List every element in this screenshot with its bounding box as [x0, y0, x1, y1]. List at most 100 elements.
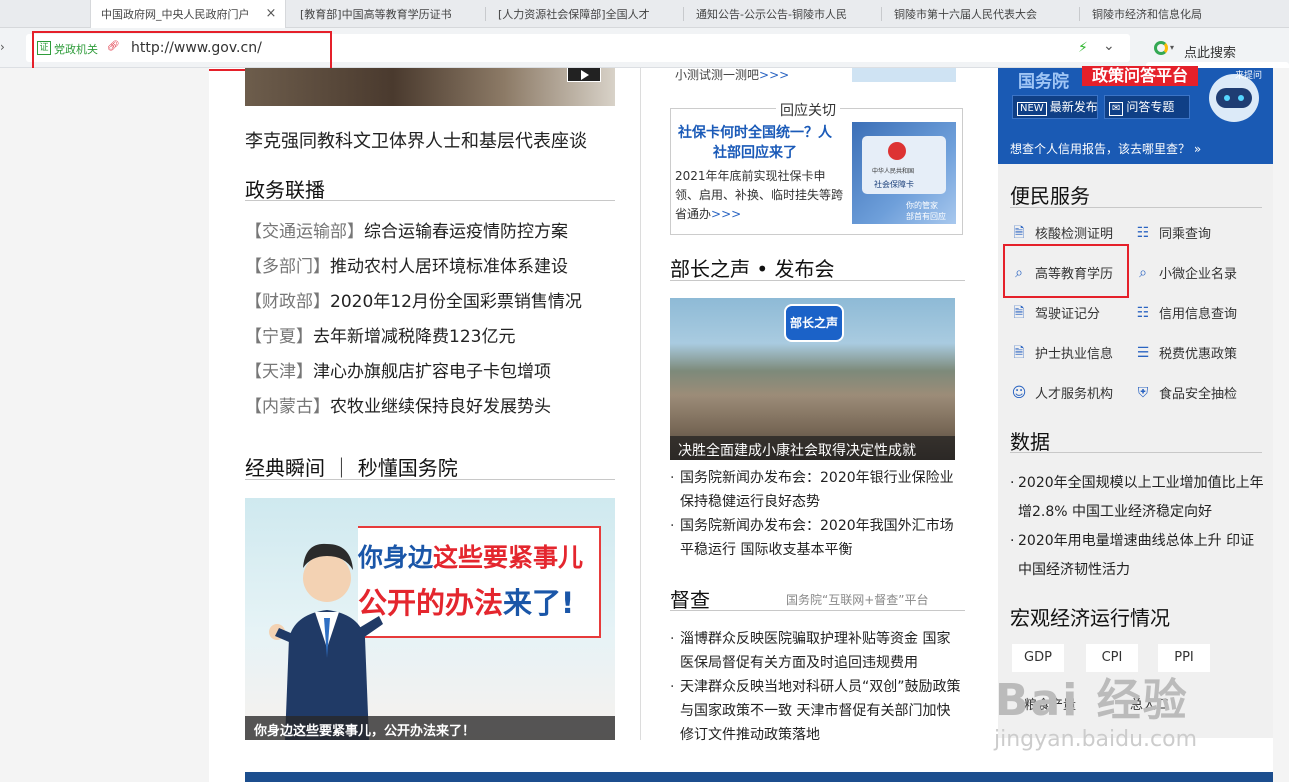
service-label: 同乘查询 [1159, 227, 1212, 242]
section-title-supervise[interactable]: 督查 [670, 584, 710, 613]
promo-caption[interactable]: 你身边这些要紧事儿，公开办法来了！ [254, 720, 475, 739]
card-text: 社会保障卡 [874, 180, 914, 189]
service-label: 核酸检测证明 [1035, 227, 1114, 242]
promo-title-line1: 你身边这些要紧事儿 [358, 538, 583, 574]
watermark-url: jingyan.baidu.com [994, 727, 1198, 752]
divider [1010, 452, 1262, 453]
section-title-data[interactable]: 数据 [1010, 426, 1050, 455]
search-engine-icon[interactable] [1154, 41, 1168, 55]
more-link[interactable]: >>> [759, 68, 789, 82]
column-divider [640, 68, 641, 740]
robot-tag: 来提问 [1235, 71, 1263, 81]
service-talent-agency[interactable]: ☺︎ 人才服务机构 [1010, 383, 1113, 403]
tab-mohrss[interactable]: [人力资源社会保障部]全国人才 [488, 0, 684, 28]
promo-text: 公开的办法 [358, 586, 504, 620]
promo-title-line2: 公开的办法来了! [358, 580, 574, 622]
qa-topic-button[interactable]: ✉︎ 问答专题 [1104, 95, 1190, 119]
tab-tongling-notice[interactable]: 通知公告-公示公告-铜陵市人民 [686, 0, 882, 28]
doc-icon: 🗎︎ [1013, 344, 1025, 361]
card-text: 部首有回应 [906, 212, 946, 221]
footer-bar [245, 772, 1273, 782]
section-title-macro[interactable]: 宏观经济运行情况 [1010, 602, 1170, 631]
quiz-link[interactable]: 小测试测一测吧>>> [675, 66, 789, 83]
supervise-platform-link[interactable]: 国务院“互联网+督查”平台 [786, 591, 929, 608]
service-label: 信用信息查询 [1159, 307, 1238, 322]
service-label: 食品安全抽检 [1159, 387, 1238, 402]
service-label: 税费优惠政策 [1159, 347, 1238, 362]
minister-badge: 部长之声 [784, 304, 844, 342]
divider [245, 200, 615, 201]
headline-image[interactable] [245, 68, 615, 106]
bolt-icon[interactable]: ⚡︎ [1078, 40, 1088, 56]
list-item[interactable]: 淄博群众反映医院骗取护理补贴等资金 国家医保局督促有关方面及时追回违规费用 [670, 627, 962, 675]
list-icon: ☷ [1136, 304, 1150, 321]
service-tax-policy[interactable]: ☰ 税费优惠政策 [1134, 343, 1238, 363]
news-item[interactable]: 【宁夏】去年新增减税降费123亿元 [245, 322, 515, 347]
service-credit-query[interactable]: ☷ 信用信息查询 [1134, 303, 1238, 323]
double-arrow-icon: » [1193, 142, 1202, 156]
chevron-down-icon[interactable]: ⌄ [1103, 38, 1115, 54]
tab-tongling-congress[interactable]: 铜陵市第十六届人民代表大会 [884, 0, 1080, 28]
news-text: 农牧业继续保持良好发展势头 [330, 397, 551, 417]
section-title-minister[interactable]: 部长之声 • 发布会 [670, 253, 835, 282]
service-small-business[interactable]: ⌕ 小微企业名录 [1134, 263, 1238, 283]
response-body[interactable]: 2021年年底前实现社保卡申领、启用、补换、临时挂失等跨省通办>>> [675, 167, 845, 224]
button-label: 最新发布 [1049, 100, 1098, 114]
tab-label: 中国政府网_中央人民政府门户 [101, 8, 250, 21]
list-item[interactable]: 天津群众反映当地对科研人员“双创”鼓励政策与国家政策不一致 天津市督促有关部门加… [670, 675, 962, 747]
play-icon[interactable] [567, 68, 601, 82]
news-item[interactable]: 【交通运输部】综合运输春运疫情防控方案 [245, 217, 568, 242]
promo-text: 这些要紧事儿 [433, 543, 584, 572]
divider [670, 280, 965, 281]
close-icon[interactable]: × [263, 6, 279, 22]
quiz-image[interactable] [852, 68, 956, 82]
chat-icon: ✉︎ [1109, 102, 1124, 116]
news-item[interactable]: 【内蒙古】农牧业继续保持良好发展势头 [245, 392, 551, 417]
news-text: 推动农村人居环境标准体系建设 [330, 257, 568, 277]
section-title-news[interactable]: 政务联播 [245, 174, 325, 203]
card-text: 你的管家 [906, 201, 938, 210]
service-ride-query[interactable]: ☷ 同乘查询 [1134, 223, 1212, 243]
credit-report-link[interactable]: 想查个人信用报告，该去哪里查？ » [1010, 140, 1201, 157]
service-food-safety[interactable]: ⛨︎ 食品安全抽检 [1134, 383, 1238, 403]
section-title-services[interactable]: 便民服务 [1010, 180, 1090, 209]
list-icon: ☷ [1136, 224, 1150, 241]
headline-link[interactable]: 李克强同教科文卫体界人士和基层代表座谈 [245, 127, 587, 153]
list-item[interactable]: 国务院新闻办发布会：2020年我国外汇市场平稳运行 国际收支基本平衡 [670, 514, 960, 562]
service-label: 小微企业名录 [1159, 267, 1238, 282]
tab-label: 通知公告-公示公告-铜陵市人民 [696, 8, 847, 21]
service-driving-points[interactable]: 🗎︎ 驾驶证记分 [1010, 303, 1101, 323]
shield-icon: ⛨︎ [1137, 384, 1149, 401]
response-headline[interactable]: 社保卡何时全国统一？人社部回应来了 [675, 123, 835, 163]
card-text: 中华人民共和国 [872, 168, 915, 175]
back-arrow-icon[interactable]: › [0, 40, 5, 54]
news-item[interactable]: 【多部门】推动农村人居环境标准体系建设 [245, 252, 568, 277]
tab-tongling-economy[interactable]: 铜陵市经济和信息化局 [1082, 0, 1278, 28]
minister-caption[interactable]: 决胜全面建成小康社会取得决定性成就 [678, 440, 916, 460]
latest-release-button[interactable]: NEW 最新发布 [1012, 95, 1098, 119]
service-label: 驾驶证记分 [1035, 307, 1101, 322]
robot-eye [1224, 95, 1230, 101]
tab-label: [人力资源社会保障部]全国人才 [498, 8, 650, 21]
tab-moe[interactable]: [教育部]中国高等教育学历证书 [290, 0, 486, 28]
news-tag: 【内蒙古】 [245, 397, 330, 417]
qa-title-badge: 政策问答平台 [1082, 66, 1198, 86]
search-placeholder[interactable]: 点此搜索 [1184, 42, 1236, 61]
doc-icon: 🗎︎ [1013, 224, 1025, 241]
list-item[interactable]: 国务院新闻办发布会：2020年银行业保险业保持稳健运行良好态势 [670, 466, 960, 514]
watermark-logo: Bai 经验 [995, 675, 1189, 726]
news-item[interactable]: 【财政部】2020年12月份全国彩票销售情况 [245, 287, 582, 312]
service-nucleic-test[interactable]: 🗎︎ 核酸检测证明 [1010, 223, 1114, 243]
more-link[interactable]: >>> [711, 207, 741, 221]
news-tag: 【财政部】 [245, 292, 330, 312]
list-item[interactable]: 2020年用电量增速曲线总体上升 印证中国经济韧性活力 [1010, 527, 1268, 585]
list-item[interactable]: 2020年全国规模以上工业增加值比上年增2.8% 中国工业经济稳定向好 [1010, 469, 1268, 527]
divider [1010, 207, 1262, 208]
section-title-classic[interactable]: 经典瞬间 ｜ 秒懂国务院 [245, 452, 458, 481]
news-item[interactable]: 【天津】津心办旗舰店扩容电子卡包增项 [245, 357, 551, 382]
card-tagline: 你的管家 部首有回应 [906, 200, 946, 222]
tab-gov-cn[interactable]: 中国政府网_中央人民政府门户 × [90, 0, 286, 28]
dropdown-icon[interactable]: ▾ [1170, 43, 1174, 52]
service-nurse-info[interactable]: 🗎︎ 护士执业信息 [1010, 343, 1113, 363]
qa-title: 国务院 [1018, 72, 1069, 92]
